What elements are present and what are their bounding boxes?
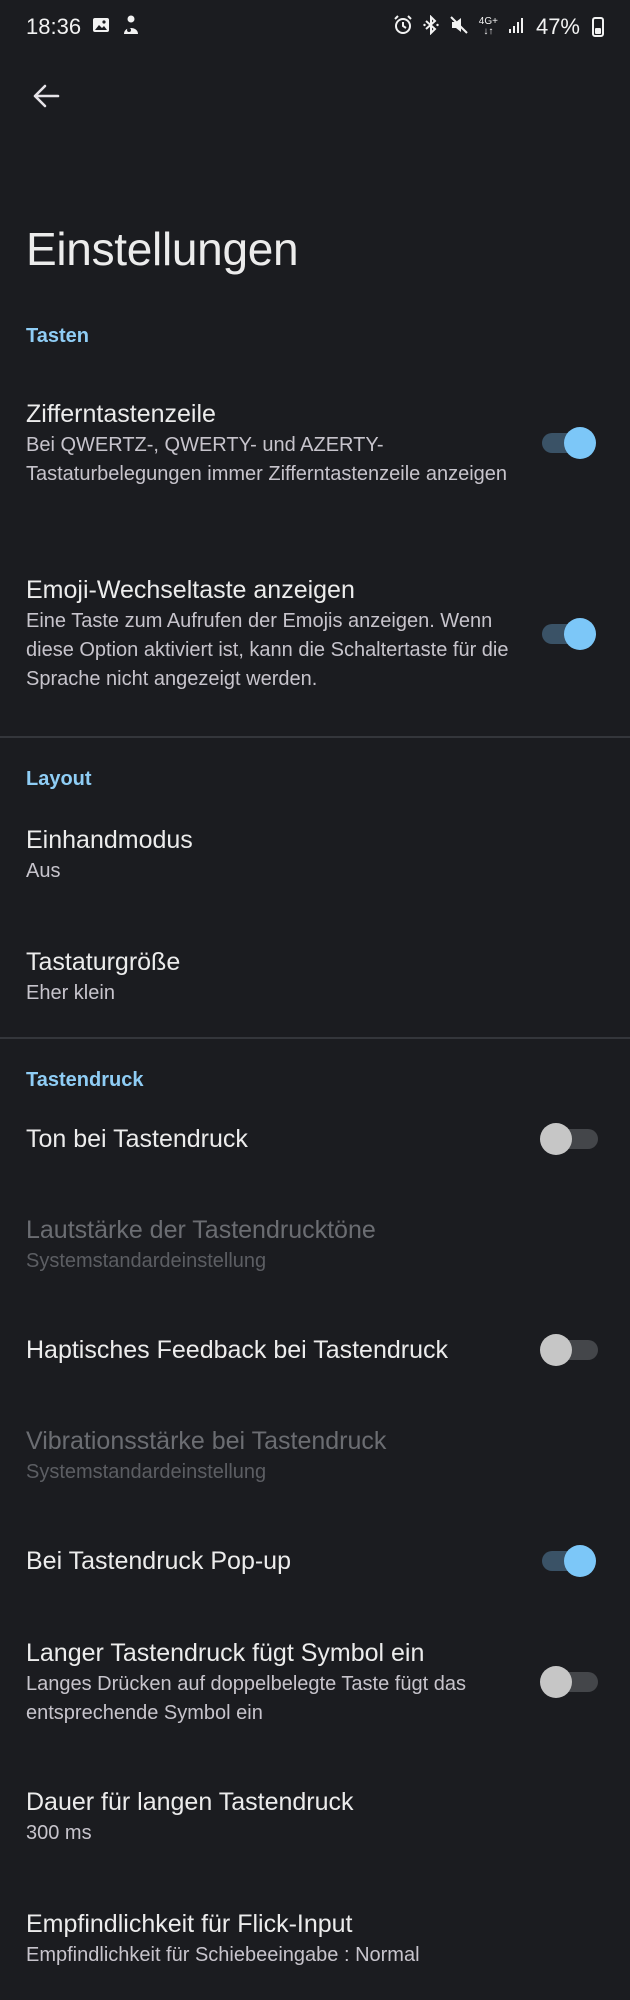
back-button[interactable] bbox=[20, 70, 72, 122]
pref-title: Bei Tastendruck Pop-up bbox=[26, 1547, 291, 1575]
gallery-icon bbox=[91, 15, 111, 39]
signal-icon bbox=[508, 16, 526, 38]
pref-text: Bei Tastendruck Pop-up bbox=[26, 1545, 540, 1577]
pref-one-hand-mode[interactable]: Einhandmodus Aus bbox=[0, 818, 630, 892]
pref-number-row[interactable]: Zifferntastenzeile Bei QWERTZ-, QWERTY- … bbox=[0, 378, 630, 508]
pref-title: Haptisches Feedback bei Tastendruck bbox=[26, 1336, 448, 1364]
bluetooth-icon bbox=[423, 14, 439, 39]
pref-summary: Eher klein bbox=[26, 982, 115, 1004]
toggle-thumb bbox=[564, 618, 596, 650]
pref-summary: Systemstandardeinstellung bbox=[26, 1250, 267, 1272]
pref-text: Langer Tastendruck fügt Symbol ein Lange… bbox=[26, 1637, 540, 1728]
pref-title: Ton bei Tastendruck bbox=[26, 1125, 248, 1153]
section-header-keypress: Tastendruck bbox=[26, 1069, 144, 1091]
pref-long-press-symbol[interactable]: Langer Tastendruck fügt Symbol ein Lange… bbox=[0, 1633, 630, 1731]
mute-icon bbox=[449, 15, 469, 39]
pref-summary: Eine Taste zum Aufrufen der Emojis anzei… bbox=[26, 610, 509, 690]
pref-summary: 300 ms bbox=[26, 1822, 92, 1844]
pref-text: Emoji-Wechseltaste anzeigen Eine Taste z… bbox=[26, 574, 540, 694]
number-row-toggle[interactable] bbox=[540, 425, 598, 461]
pref-summary: Systemstandardeinstellung bbox=[26, 1461, 267, 1483]
page-title: Einstellungen bbox=[26, 223, 299, 275]
pref-summary: Aus bbox=[26, 860, 61, 882]
pref-title: Vibrationsstärke bei Tastendruck bbox=[26, 1427, 387, 1455]
pref-flick-sensitivity[interactable]: Empfindlichkeit für Flick-Input Empfindl… bbox=[0, 1906, 630, 1972]
toggle-thumb bbox=[540, 1666, 572, 1698]
toggle-thumb bbox=[564, 427, 596, 459]
toggle-thumb bbox=[564, 1545, 596, 1577]
settings-screen: 18:36 4G+ ↓↑ 47% Einstellungen Tasten Zi… bbox=[0, 0, 630, 2000]
network-type: 4G+ bbox=[478, 16, 498, 27]
keypress-popup-toggle[interactable] bbox=[540, 1543, 598, 1579]
pref-title: Tastaturgröße bbox=[26, 948, 181, 976]
keypress-sound-toggle[interactable] bbox=[540, 1121, 598, 1157]
pref-long-press-duration[interactable]: Dauer für langen Tastendruck 300 ms bbox=[0, 1784, 630, 1850]
pref-keypress-sound[interactable]: Ton bei Tastendruck bbox=[0, 1118, 630, 1160]
pref-title: Langer Tastendruck fügt Symbol ein bbox=[26, 1638, 425, 1667]
pref-text: Dauer für langen Tastendruck 300 ms bbox=[26, 1786, 604, 1848]
pref-text: Zifferntastenzeile Bei QWERTZ-, QWERTY- … bbox=[26, 398, 540, 489]
battery-percent: 47% bbox=[535, 14, 580, 39]
pref-text: Einhandmodus Aus bbox=[26, 824, 604, 886]
pref-summary: Langes Drücken auf doppelbelegte Taste f… bbox=[26, 1672, 466, 1724]
emoji-key-toggle[interactable] bbox=[540, 616, 598, 652]
section-divider bbox=[0, 1037, 630, 1039]
pref-title: Emoji-Wechseltaste anzeigen bbox=[26, 576, 355, 604]
pref-summary: Bei QWERTZ-, QWERTY- und AZERTY-Tastatur… bbox=[26, 433, 508, 485]
status-bar-right: 4G+ ↓↑ 47% bbox=[393, 14, 604, 40]
status-time: 18:36 bbox=[26, 14, 82, 39]
pref-vibration-strength: Vibrationsstärke bei Tastendruck Systems… bbox=[0, 1423, 630, 1489]
toggle-thumb bbox=[540, 1334, 572, 1366]
pref-title: Empfindlichkeit für Flick-Input bbox=[26, 1910, 353, 1938]
network-icon: 4G+ ↓↑ bbox=[478, 16, 498, 37]
pref-haptic-feedback[interactable]: Haptisches Feedback bei Tastendruck bbox=[0, 1329, 630, 1371]
battery-icon bbox=[592, 17, 604, 37]
pref-title: Einhandmodus bbox=[26, 826, 193, 854]
arrow-left-icon bbox=[33, 84, 60, 108]
pref-keypress-popup[interactable]: Bei Tastendruck Pop-up bbox=[0, 1540, 630, 1582]
pref-text: Haptisches Feedback bei Tastendruck bbox=[26, 1334, 540, 1366]
long-press-symbol-toggle[interactable] bbox=[540, 1664, 598, 1700]
status-bar-left: 18:36 bbox=[26, 14, 141, 40]
pref-keypress-volume: Lautstärke der Tastendrucktöne Systemsta… bbox=[0, 1212, 630, 1278]
pref-title: Dauer für langen Tastendruck bbox=[26, 1788, 354, 1816]
haptic-feedback-toggle[interactable] bbox=[540, 1332, 598, 1368]
pref-emoji-key[interactable]: Emoji-Wechseltaste anzeigen Eine Taste z… bbox=[0, 556, 630, 712]
toggle-thumb bbox=[540, 1123, 572, 1155]
pref-text: Vibrationsstärke bei Tastendruck Systems… bbox=[26, 1425, 604, 1487]
pref-title: Lautstärke der Tastendrucktöne bbox=[26, 1216, 376, 1244]
pref-text: Tastaturgröße Eher klein bbox=[26, 946, 604, 1008]
pref-text: Ton bei Tastendruck bbox=[26, 1123, 540, 1155]
app-notification-icon bbox=[121, 14, 141, 40]
section-header-keys: Tasten bbox=[26, 325, 89, 347]
section-divider bbox=[0, 736, 630, 738]
pref-title: Zifferntastenzeile bbox=[26, 399, 216, 428]
pref-text: Empfindlichkeit für Flick-Input Empfindl… bbox=[26, 1908, 604, 1970]
status-bar: 18:36 4G+ ↓↑ 47% bbox=[0, 0, 630, 54]
pref-keyboard-size[interactable]: Tastaturgröße Eher klein bbox=[0, 940, 630, 1014]
pref-text: Lautstärke der Tastendrucktöne Systemsta… bbox=[26, 1214, 604, 1276]
pref-summary: Empfindlichkeit für Schiebeeingabe : Nor… bbox=[26, 1944, 420, 1966]
alarm-icon bbox=[393, 15, 413, 39]
section-header-layout: Layout bbox=[26, 768, 92, 790]
